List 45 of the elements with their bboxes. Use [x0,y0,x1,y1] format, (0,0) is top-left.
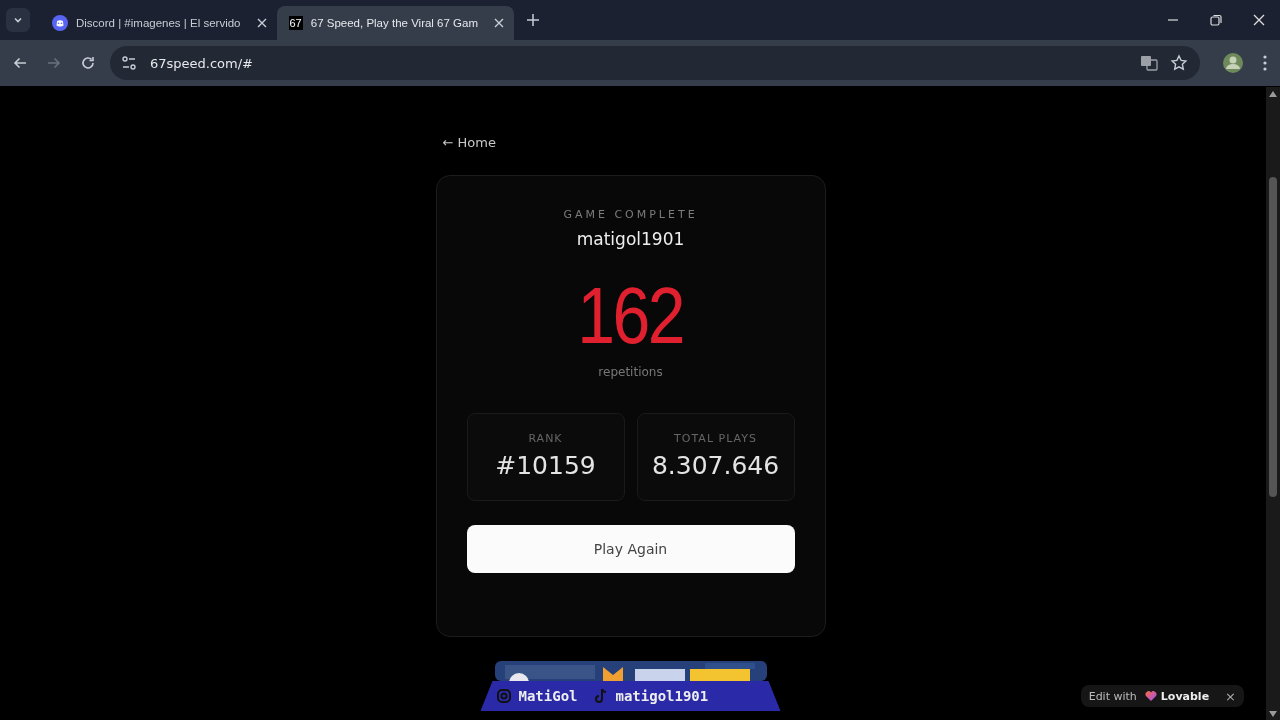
home-link[interactable]: ← Home [442,135,826,151]
browser-tab[interactable]: 67 67 Speed, Play the Viral 67 Gam [276,6,515,40]
music-note-icon [593,688,608,704]
camera-icon [496,688,511,704]
stat-value: #10159 [495,451,596,480]
restore-icon[interactable] [1209,13,1223,27]
tab-close-icon[interactable] [494,18,505,28]
new-tab-button[interactable] [526,13,541,27]
stat-label: RANK [528,432,563,445]
chat-logo-icon [52,15,68,31]
brand-name: Lovable [1160,689,1210,703]
score-value: 162 [577,270,684,362]
tab-title: Discord | #imagenes | El servido [76,17,241,29]
site-settings-icon[interactable] [120,54,138,72]
star-icon[interactable] [1170,54,1188,72]
card-heading: GAME COMPLETE [563,208,698,221]
plus-icon [526,13,541,27]
play-again-button[interactable]: Play Again [466,525,795,573]
heart-logo-icon [1144,690,1157,702]
scrollbar[interactable] [1266,87,1280,720]
avatar-icon[interactable] [1222,52,1244,74]
back-icon[interactable] [12,55,28,71]
overlay-name: MatiGol [518,688,578,704]
scroll-up-icon[interactable] [1269,91,1277,97]
url-text: 67speed.com/# [150,55,253,71]
reload-icon[interactable] [80,55,96,71]
address-bar[interactable]: 67speed.com/# [110,46,1200,80]
badge-label: Edit with [1088,689,1137,703]
menu-icon[interactable] [1262,54,1268,72]
browser-tab[interactable]: Discord | #imagenes | El servido [40,6,277,40]
translate-icon[interactable] [1140,54,1158,72]
site-favicon: 67 [288,16,303,30]
stat-value: 8.307.646 [651,451,780,480]
stat-label: TOTAL PLAYS [674,432,757,445]
close-icon[interactable] [1252,13,1266,27]
score-label: repetitions [598,365,663,379]
tab-close-icon[interactable] [256,18,267,28]
badge-close-button[interactable]: × [1225,688,1236,704]
player-name: matigol1901 [576,229,685,249]
scrollbar-thumb[interactable] [1269,177,1277,497]
overlay-name: matigol1901 [615,688,709,704]
edit-with-badge[interactable]: Edit with Lovable × [1080,685,1244,707]
tab-title: 67 Speed, Play the Viral 67 Gam [310,17,479,29]
scroll-down-icon[interactable] [1269,711,1277,717]
tab-search-button[interactable] [6,8,30,32]
